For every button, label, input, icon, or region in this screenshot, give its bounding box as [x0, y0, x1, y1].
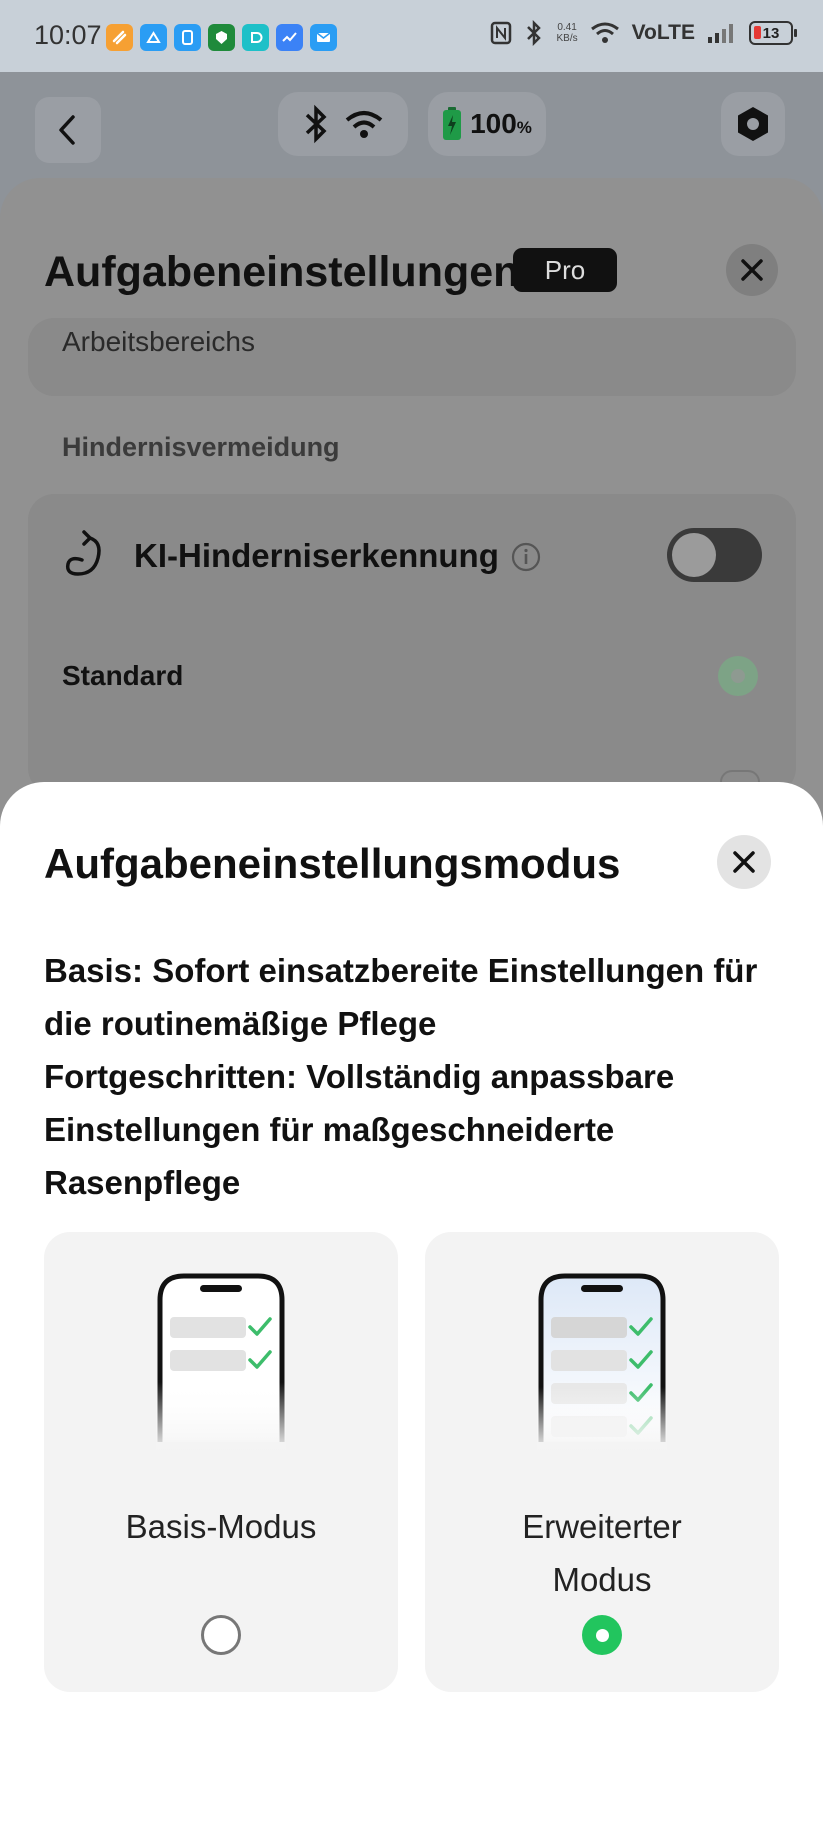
notification-app-icon [242, 24, 269, 51]
ki-obstacle-toggle[interactable] [667, 528, 762, 582]
work-area-label: Arbeitsbereichs [62, 326, 255, 357]
notification-app-icon [276, 24, 303, 51]
work-area-card: Arbeitsbereichs [28, 318, 796, 396]
close-icon [741, 259, 763, 281]
nfc-icon [491, 21, 512, 45]
bluetooth-icon [527, 20, 542, 46]
modal-title: Aufgabeneinstellungsmodus [44, 840, 621, 887]
advanced-mode-radio[interactable] [582, 1615, 622, 1655]
wifi-icon [590, 22, 619, 43]
section-label: Hindernisvermeidung [62, 432, 340, 462]
battery-value: 100 [470, 108, 517, 139]
standard-label: Standard [62, 660, 184, 691]
description-line: Basis: Sofort einsatzbereite Einstellung… [44, 952, 758, 989]
ki-obstacle-label: KI-Hinderniserkennung [134, 537, 499, 574]
mail-icon [310, 24, 337, 51]
sheet-close-button[interactable] [726, 244, 778, 296]
advanced-mode-label: Erweiterter Modus [425, 1500, 779, 1606]
info-icon[interactable] [511, 542, 541, 572]
hexagon-icon [738, 107, 768, 141]
basic-mode-radio[interactable] [201, 1615, 241, 1655]
phone-basic-icon [156, 1273, 286, 1452]
status-right: 0.41 KB/s VoLTE 13 [490, 20, 797, 46]
net-speed-unit: KB/s [556, 33, 578, 44]
battery-icon: 13 [749, 21, 797, 45]
volte-indicator: VoLTE [631, 21, 695, 44]
description-line: Rasenpflege [44, 1164, 241, 1201]
battery-unit: % [516, 118, 532, 137]
notification-app-icon [140, 24, 167, 51]
chevron-left-icon [59, 115, 75, 145]
phone-advanced-icon [537, 1273, 667, 1452]
modal-close-button[interactable] [717, 835, 771, 889]
basic-mode-label: Basis-Modus [125, 1508, 317, 1545]
description-line: Fortgeschritten: Vollständig anpassbare [44, 1058, 675, 1095]
net-speed-value: 0.41 [557, 22, 577, 33]
close-icon [733, 851, 755, 873]
back-button[interactable] [35, 97, 101, 163]
battery-charging-icon [443, 107, 462, 140]
pro-badge: Pro [513, 248, 617, 292]
description-line: Einstellungen für maßgeschneiderte [44, 1111, 615, 1148]
connection-status [278, 92, 408, 156]
settings-button[interactable] [721, 92, 785, 156]
notification-icons [106, 24, 337, 51]
advanced-mode-label-line: Modus [552, 1561, 652, 1598]
description-line: die routinemäßige Pflege [44, 1005, 437, 1042]
standard-radio[interactable] [718, 656, 758, 696]
notification-app-icon [106, 24, 133, 51]
obstacle-icon [65, 530, 101, 576]
battery-level: 13 [762, 24, 780, 42]
device-battery-level: 100% [470, 108, 532, 140]
network-speed: 0.41 KB/s [556, 22, 577, 44]
signal-icon [708, 24, 733, 43]
partial-radio [720, 770, 760, 782]
advanced-mode-label-line: Erweiterter [522, 1508, 682, 1545]
sheet-title: Aufgabeneinstellungen [44, 248, 520, 296]
bluetooth-icon [305, 104, 327, 144]
notification-app-icon [208, 24, 235, 51]
modal-description: Basis: Sofort einsatzbereite Einstellung… [44, 944, 784, 1209]
basic-mode-option[interactable]: Basis-Modus [44, 1232, 398, 1692]
status-time: 10:07 [34, 20, 102, 50]
status-bar: 10:07 0.41 KB/s VoLTE 13 [0, 0, 823, 72]
advanced-mode-option[interactable]: Erweiterter Modus [425, 1232, 779, 1692]
notification-app-icon [174, 24, 201, 51]
device-battery: 100% [428, 92, 546, 156]
wifi-icon [345, 111, 383, 138]
